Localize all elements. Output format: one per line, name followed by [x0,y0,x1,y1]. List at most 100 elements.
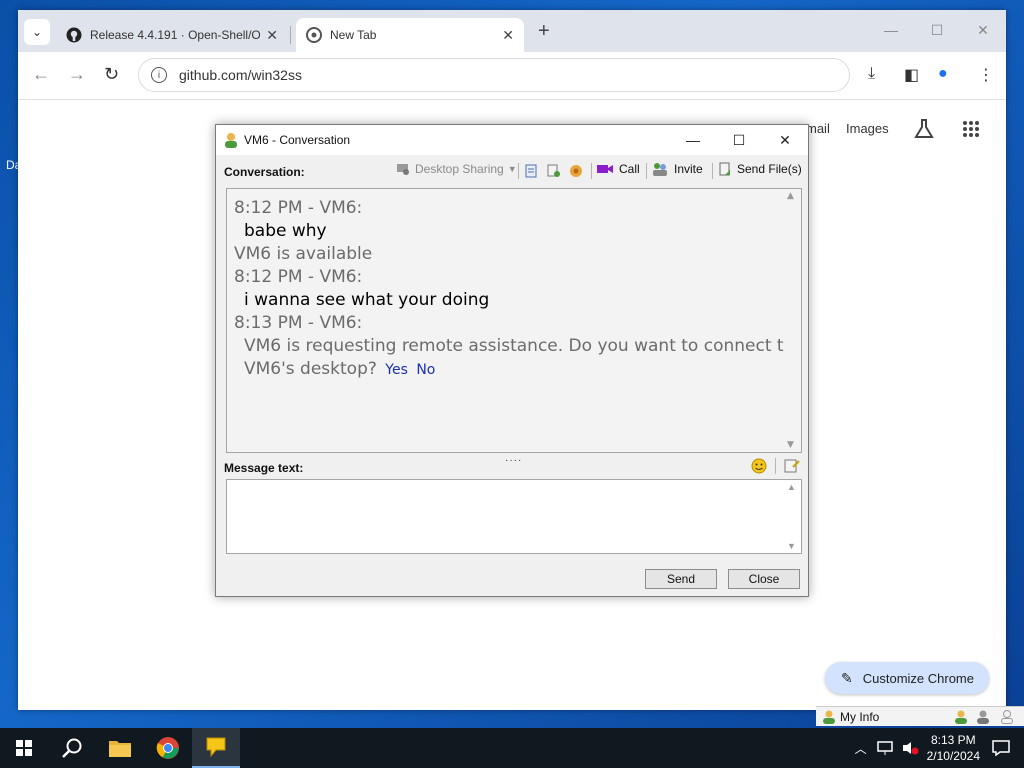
network-icon[interactable] [876,740,893,756]
invite-button[interactable]: Invite [652,162,703,176]
games-icon[interactable] [568,163,584,178]
scroll-down-icon[interactable]: ▼ [787,440,794,450]
customize-chrome-button[interactable]: ✎ Customize Chrome [825,662,989,694]
tab-new-tab[interactable]: New Tab ✕ [296,18,524,52]
message-header: 8:12 PM - VM6: [234,198,363,218]
toolbar-divider [591,163,592,179]
labs-icon[interactable] [913,118,935,140]
message-header: 8:13 PM - VM6: [234,313,363,333]
show-hidden-icons-icon[interactable]: ︿ [855,740,867,757]
send-button[interactable]: Send [645,569,717,589]
share-file-icon[interactable] [546,163,561,178]
window-controls: — ☐ ✕ [868,10,1006,50]
toolbar-divider [518,163,519,179]
whiteboard-icon[interactable] [524,164,538,178]
reload-icon[interactable]: ↻ [104,64,119,85]
remote-assistance-request-cont: VM6's desktop? Yes No [234,358,781,382]
message-scrollbar[interactable]: ▲ ▼ [784,480,801,553]
tab-release[interactable]: Release 4.4.191 · Open-Shell/Op ✕ [56,18,288,52]
system-tray: ︿ 8:13 PM 2/10/2024 [855,728,1024,768]
desktop-sharing-label: Desktop Sharing [415,162,504,176]
offline-contact-icon[interactable] [1000,709,1014,724]
remote-assistance-request: VM6 is requesting remote assistance. Do … [244,336,794,356]
tab-search-button[interactable]: ⌄ [24,19,50,45]
system-clock[interactable]: 8:13 PM 2/10/2024 [927,732,980,764]
address-bar[interactable]: i github.com/win32ss [138,58,850,92]
font-style-icon[interactable] [784,458,800,474]
minimize-icon[interactable]: — [670,125,716,155]
tool-divider [775,458,776,474]
window-title: VM6 - Conversation [244,133,351,147]
scroll-down-icon[interactable]: ▼ [787,541,796,551]
send-file-icon [719,162,730,176]
chrome-logo-icon [156,737,179,759]
close-button[interactable]: Close [728,569,800,589]
desktop-question: VM6's desktop? [244,359,377,379]
my-info-label: My Info [840,709,880,724]
forward-icon[interactable]: → [68,64,86,85]
send-files-button[interactable]: Send File(s) [718,162,802,176]
maximize-icon[interactable]: ☐ [716,125,762,155]
customize-label: Customize Chrome [862,670,974,686]
online-contact-icon[interactable] [954,710,968,724]
notifications-icon[interactable] [992,740,1010,756]
message-text: babe why [244,221,327,241]
apps-icon[interactable] [962,120,980,138]
tab-title: Release 4.4.191 · Open-Shell/Op [90,28,261,42]
desktop-sharing-icon [397,164,409,175]
pencil-icon: ✎ [841,669,853,686]
invite-users-icon [653,163,667,176]
back-icon[interactable]: ← [32,64,50,85]
close-tab-icon[interactable]: ✕ [266,27,278,44]
download-icon[interactable]: ⤓ [868,65,875,83]
volume-muted-icon[interactable] [901,740,919,756]
scroll-up-icon[interactable]: ▲ [787,482,796,492]
video-call-icon [597,165,613,173]
decline-link[interactable]: No [416,362,435,378]
taskbar: ︿ 8:13 PM 2/10/2024 [0,728,1024,768]
maximize-icon[interactable]: ☐ [914,10,960,50]
windows-logo-icon [16,740,32,756]
close-tab-icon[interactable]: ✕ [502,27,514,44]
toolbar-divider [646,163,647,179]
messenger-chat-icon [206,737,226,758]
call-label: Call [619,162,640,176]
side-panel-icon[interactable]: ◧ [904,65,919,85]
conversation-history[interactable]: 8:12 PM - VM6: babe why VM6 is available… [226,188,802,453]
desktop-sharing-button[interactable]: Desktop Sharing ▼ [396,162,517,176]
minimize-icon[interactable]: — [868,10,914,50]
menu-icon[interactable]: ⋮ [978,65,994,85]
close-icon[interactable]: ✕ [960,10,1006,50]
chrome-icon [306,27,322,43]
emoticon-icon[interactable] [751,458,767,474]
conversation-titlebar: VM6 - Conversation — ☐ ✕ [216,125,808,155]
start-button[interactable] [0,728,48,768]
pane-splitter[interactable]: ···· [505,455,522,466]
site-info-icon[interactable]: i [151,67,167,83]
search-button[interactable] [48,728,96,768]
conversation-label: Conversation: [224,165,305,179]
close-icon[interactable]: ✕ [762,125,808,155]
message-tools [751,458,800,474]
message-input[interactable]: ▲ ▼ [226,479,802,554]
toolbar-divider [712,163,713,179]
status-message: VM6 is available [234,244,373,264]
messenger-my-info-bar[interactable]: My Info [816,706,1024,726]
call-button[interactable]: Call [597,162,640,176]
conversation-scrollbar[interactable]: ▲ ▼ [784,189,801,452]
tab-title: New Tab [330,28,377,42]
clock-time: 8:13 PM [930,733,976,747]
tab-strip: ⌄ Release 4.4.191 · Open-Shell/Op ✕ New … [18,10,1006,52]
contacts-icon[interactable] [976,710,990,724]
messenger-taskbar-button[interactable] [192,728,240,768]
new-tab-button[interactable]: + [538,20,550,43]
send-files-label: Send File(s) [737,162,802,176]
chrome-taskbar-button[interactable] [144,728,192,768]
accept-link[interactable]: Yes [385,362,408,378]
scroll-up-icon[interactable]: ▲ [787,191,794,201]
folder-icon [109,741,131,757]
profile-icon[interactable]: ● [938,65,948,83]
images-link[interactable]: Images [846,121,889,136]
gmail-link[interactable]: mail [806,121,830,136]
file-explorer-button[interactable] [96,728,144,768]
